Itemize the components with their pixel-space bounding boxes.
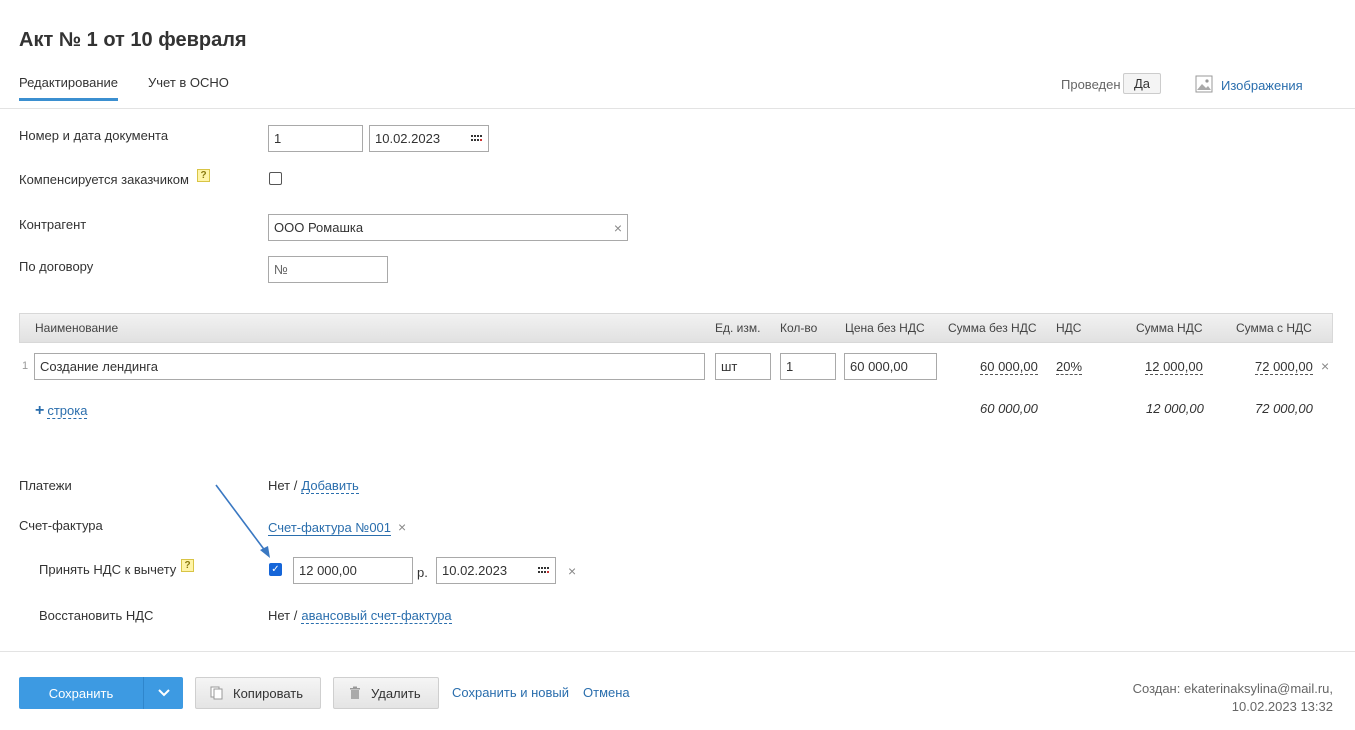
invoice-remove-icon[interactable]: × [398, 519, 406, 535]
add-row-label: строка [47, 403, 88, 419]
image-icon [1195, 75, 1213, 96]
footer-divider [0, 651, 1355, 652]
delete-button-label: Удалить [371, 685, 421, 701]
compensated-checkbox[interactable] [269, 172, 282, 185]
add-row-button[interactable]: + строка [35, 402, 88, 420]
total-sum: 60 000,00 [980, 401, 1038, 416]
tab-divider [0, 108, 1355, 109]
images-link[interactable]: Изображения [1195, 75, 1303, 96]
contract-input[interactable]: № [268, 256, 388, 283]
contractor-input[interactable]: ООО Ромашка × [268, 214, 628, 241]
currency-label: р. [417, 565, 428, 580]
accept-vat-date-input[interactable]: 10.02.2023 [436, 557, 556, 584]
col-sum: Сумма без НДС [948, 321, 1037, 335]
images-label: Изображения [1221, 78, 1303, 93]
col-unit: Ед. изм. [715, 321, 761, 335]
row-qty-input[interactable]: 1 [780, 353, 836, 380]
col-qty: Кол-во [780, 321, 818, 335]
contractor-value: ООО Ромашка [274, 220, 364, 235]
accept-vat-amount-input[interactable]: 12 000,00 [293, 557, 413, 584]
tab-osno[interactable]: Учет в ОСНО [148, 75, 229, 100]
doc-date-input[interactable]: 10.02.2023 [369, 125, 489, 152]
calendar-icon[interactable] [538, 566, 550, 575]
contract-label: По договору [19, 259, 94, 274]
col-vat: НДС [1056, 321, 1082, 335]
posted-label: Проведен [1061, 77, 1121, 92]
row-vat[interactable]: 20% [1056, 359, 1083, 375]
compensated-label: Компенсируется заказчиком [19, 172, 189, 187]
restore-vat-label: Восстановить НДС [39, 608, 154, 623]
accept-vat-label: Принять НДС к вычету [39, 562, 177, 577]
accept-vat-clear-icon[interactable]: × [568, 563, 576, 579]
row-vat-sum[interactable]: 12 000,00 [1145, 359, 1203, 375]
plus-icon: + [35, 402, 45, 419]
doc-label: Номер и дата документа [19, 128, 169, 143]
trash-icon [349, 686, 361, 700]
restore-vat-none: Нет / [268, 608, 298, 623]
help-icon[interactable]: ? [197, 169, 210, 182]
created-line-1: Создан: ekaterinaksylina@mail.ru, [1132, 681, 1333, 696]
invoice-link[interactable]: Счет-фактура №001 [268, 520, 392, 536]
accept-vat-date-value: 10.02.2023 [442, 563, 508, 578]
doc-number-input[interactable]: 1 [268, 125, 363, 152]
row-unit-input[interactable]: шт [715, 353, 771, 380]
advance-invoice-link[interactable]: авансовый счет-фактура [301, 608, 452, 624]
page-title: Акт № 1 от 10 февраля [19, 29, 247, 51]
copy-icon [210, 686, 223, 700]
row-price-input[interactable]: 60 000,00 [844, 353, 937, 380]
delete-button[interactable]: Удалить [333, 677, 439, 709]
restore-vat-value: Нет / авансовый счет-фактура [268, 608, 452, 624]
col-name: Наименование [35, 321, 119, 335]
posted-toggle[interactable]: Да [1123, 73, 1161, 94]
invoice-label: Счет-фактура [19, 518, 103, 533]
payments-add-link[interactable]: Добавить [301, 478, 359, 494]
created-info: Создан: ekaterinaksylina@mail.ru, 10.02.… [1133, 680, 1333, 716]
row-total[interactable]: 72 000,00 [1255, 359, 1313, 375]
row-name-input[interactable]: Создание лендинга [34, 353, 705, 380]
save-button-label: Сохранить [48, 685, 114, 701]
annotation-arrow-icon [215, 484, 270, 558]
total-vat-sum: 12 000,00 [1146, 401, 1204, 416]
copy-button[interactable]: Копировать [195, 677, 321, 709]
col-price: Цена без НДС [845, 321, 925, 335]
row-sum[interactable]: 60 000,00 [980, 359, 1038, 375]
cancel-link[interactable]: Отмена [583, 685, 630, 700]
accept-vat-checkbox[interactable]: ✓ [269, 563, 282, 576]
total-total: 72 000,00 [1255, 401, 1313, 416]
created-line-2: 10.02.2023 13:32 [1231, 699, 1333, 714]
help-icon[interactable]: ? [181, 559, 194, 572]
row-index: 1 [22, 360, 29, 372]
chevron-down-icon[interactable] [144, 689, 183, 697]
col-total: Сумма с НДС [1236, 321, 1312, 335]
doc-date-value: 10.02.2023 [375, 131, 441, 146]
tab-editing[interactable]: Редактирование [19, 75, 119, 101]
col-vat-sum: Сумма НДС [1136, 321, 1203, 335]
clear-icon[interactable]: × [614, 220, 622, 236]
row-delete-icon[interactable]: × [1321, 358, 1329, 374]
payments-value: Нет / Добавить [268, 478, 359, 494]
copy-button-label: Копировать [233, 685, 303, 701]
save-new-link[interactable]: Сохранить и новый [452, 685, 569, 700]
payments-label: Платежи [19, 478, 72, 493]
contractor-label: Контрагент [19, 217, 87, 232]
calendar-icon[interactable] [471, 134, 483, 143]
save-button[interactable]: Сохранить [19, 677, 183, 709]
